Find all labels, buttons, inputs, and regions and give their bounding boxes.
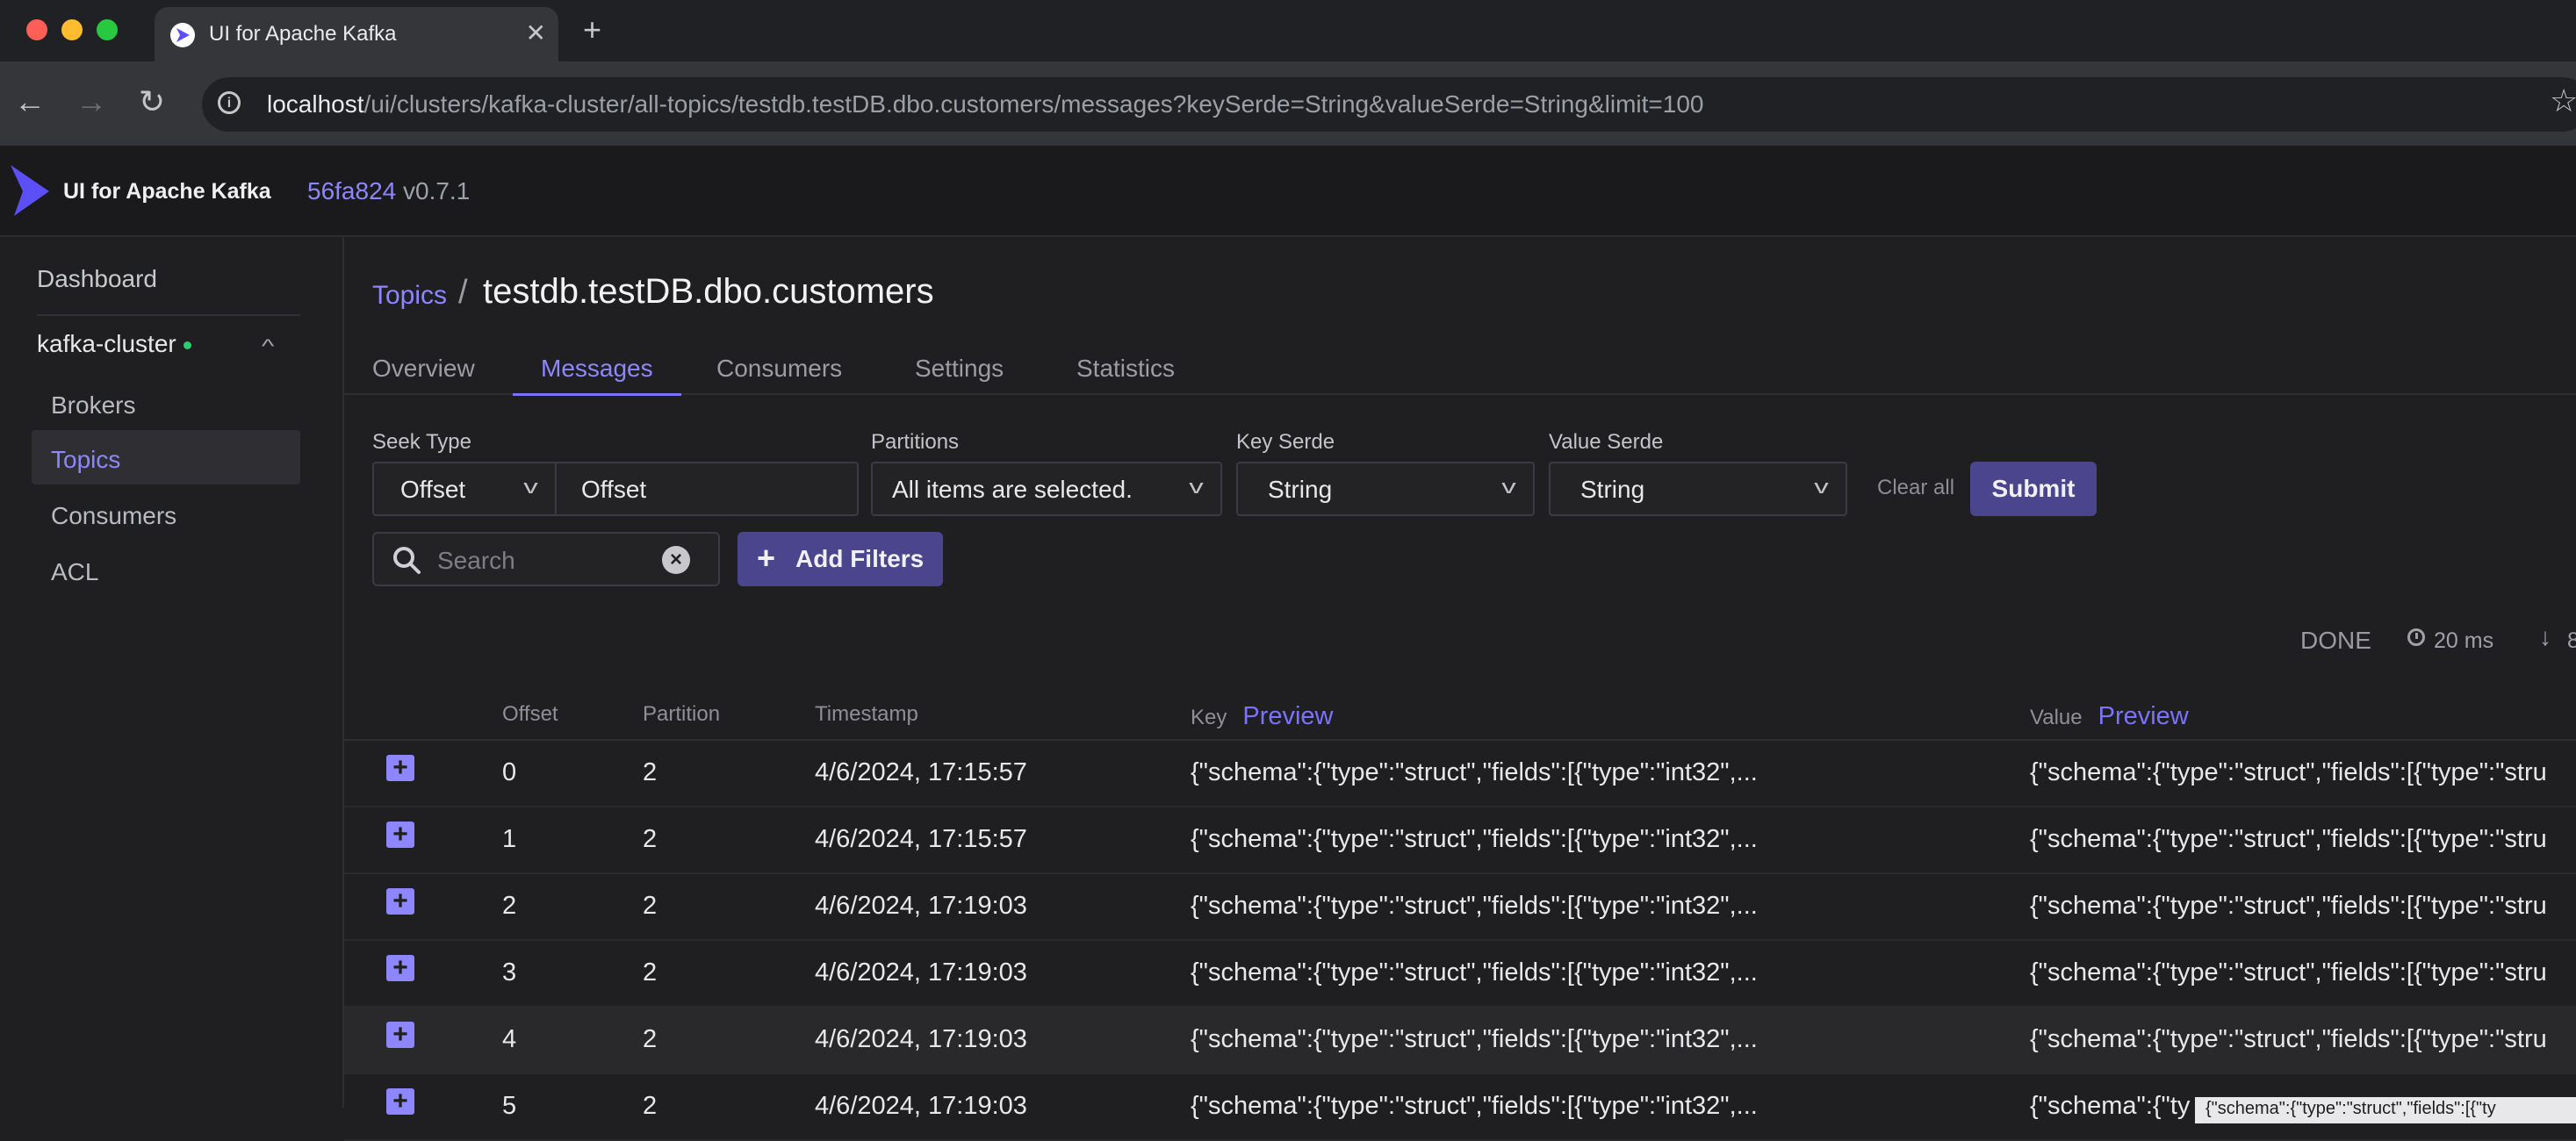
sidebar-item-topics[interactable]: Topics: [51, 446, 120, 474]
clock-icon: [2407, 628, 2425, 646]
search-input[interactable]: Search ×: [372, 532, 720, 586]
browser-tab-bar: UI for Apache Kafka ✕ +: [0, 0, 2576, 61]
sidebar: Dashboard kafka-cluster ^ Brokers Topics…: [0, 237, 344, 1108]
key-preview-button[interactable]: Preview: [1242, 702, 1333, 730]
tab-settings[interactable]: Settings: [915, 355, 1004, 393]
expand-plus-icon[interactable]: +: [386, 755, 414, 781]
messages-consumed: 8: [2567, 628, 2576, 653]
key-serde-select[interactable]: String v: [1236, 462, 1535, 516]
browser-tab[interactable]: UI for Apache Kafka ✕: [155, 7, 558, 61]
sidebar-cluster[interactable]: kafka-cluster: [37, 330, 191, 358]
chevron-down-icon: v: [1814, 476, 1829, 498]
column-value: Value Preview: [2030, 702, 2189, 730]
elapsed-time: 20 ms: [2434, 628, 2494, 653]
window-zoom-button[interactable]: [97, 19, 118, 40]
column-timestamp[interactable]: Timestamp: [815, 702, 918, 727]
cluster-online-dot: [183, 341, 191, 350]
table-row[interactable]: + 2 2 4/6/2024, 17:19:03 {"schema":{"typ…: [344, 874, 2576, 941]
breadcrumb-topics-link[interactable]: Topics: [372, 281, 447, 311]
fetch-status: DONE: [2300, 627, 2371, 654]
topic-tabs: Overview Messages Consumers Settings Sta…: [344, 355, 2576, 396]
table-header: Offset Partition Timestamp Key Preview Va…: [344, 690, 2576, 741]
plus-icon: +: [757, 540, 776, 576]
partitions-label: Partitions: [871, 430, 960, 454]
back-arrow-icon[interactable]: ←: [14, 83, 46, 121]
tab-consumers[interactable]: Consumers: [716, 355, 842, 393]
clear-all-button[interactable]: Clear all: [1877, 476, 1954, 500]
breadcrumb-separator: /: [458, 274, 468, 311]
table-row[interactable]: + 1 2 4/6/2024, 17:15:57 {"schema":{"typ…: [344, 807, 2576, 874]
clear-search-icon[interactable]: ×: [662, 546, 690, 574]
seek-type-select[interactable]: Offset v: [372, 462, 557, 516]
window-minimize-button[interactable]: [61, 19, 83, 40]
window-close-button[interactable]: [26, 19, 47, 40]
sidebar-divider: [37, 314, 300, 316]
column-partition[interactable]: Partition: [643, 702, 720, 727]
key-serde-label: Key Serde: [1236, 430, 1335, 454]
offset-input[interactable]: Offset: [555, 462, 859, 516]
kafka-logo-icon[interactable]: [9, 163, 51, 222]
table-row[interactable]: + 4 2 4/6/2024, 17:19:03 {"schema":{"typ…: [344, 1008, 2576, 1074]
search-placeholder: Search: [437, 547, 515, 574]
bookmark-star-icon[interactable]: ☆: [2550, 83, 2576, 119]
chevron-down-icon: v: [1501, 476, 1516, 498]
page-title: testdb.testDB.dbo.customers: [483, 272, 934, 311]
column-offset[interactable]: Offset: [502, 702, 558, 727]
table-row[interactable]: + 0 2 4/6/2024, 17:15:57 {"schema":{"typ…: [344, 741, 2576, 807]
site-info-icon[interactable]: i: [218, 91, 241, 114]
partitions-select[interactable]: All items are selected. v: [871, 462, 1222, 516]
forward-arrow-icon[interactable]: →: [76, 83, 107, 121]
main-content: Topics / testdb.testDB.dbo.customers Ove…: [344, 237, 2576, 1141]
chevron-up-icon[interactable]: ^: [262, 335, 274, 358]
expand-plus-icon[interactable]: +: [386, 955, 414, 981]
app-header: UI for Apache Kafka 56fa824 v0.7.1: [0, 146, 2576, 237]
commit-link[interactable]: 56fa824: [307, 177, 396, 205]
sidebar-item-brokers[interactable]: Brokers: [51, 391, 135, 420]
value-serde-select[interactable]: String v: [1549, 462, 1847, 516]
add-filters-button[interactable]: + Add Filters: [738, 532, 943, 586]
tab-title: UI for Apache Kafka: [209, 22, 397, 46]
expand-plus-icon[interactable]: +: [386, 888, 414, 915]
value-tooltip: {"schema":{"type":"struct","fields":[{"t…: [2195, 1097, 2576, 1123]
search-icon: [392, 545, 421, 579]
reload-icon[interactable]: ↻: [139, 83, 165, 121]
tab-overview[interactable]: Overview: [372, 355, 475, 393]
new-tab-icon[interactable]: +: [583, 12, 601, 47]
table-row[interactable]: + 3 2 4/6/2024, 17:19:03 {"schema":{"typ…: [344, 941, 2576, 1008]
expand-plus-icon[interactable]: +: [386, 1088, 414, 1115]
url-text: localhost/ui/clusters/kafka-cluster/all-…: [267, 90, 1704, 118]
kafka-favicon-icon: [170, 23, 195, 47]
column-key: Key Preview: [1191, 702, 1334, 730]
tab-statistics[interactable]: Statistics: [1076, 355, 1175, 393]
tab-messages[interactable]: Messages: [541, 355, 653, 393]
active-tab-indicator: [513, 393, 681, 396]
chevron-down-icon: v: [1189, 476, 1204, 498]
version-info: 56fa824 v0.7.1: [307, 177, 471, 205]
download-arrow-icon: ↓: [2539, 623, 2551, 650]
sidebar-item-dashboard[interactable]: Dashboard: [37, 265, 157, 293]
expand-plus-icon[interactable]: +: [386, 822, 414, 848]
browser-toolbar: ← → ↻ i localhost/ui/clusters/kafka-clus…: [0, 61, 2576, 146]
value-serde-label: Value Serde: [1549, 430, 1664, 454]
address-bar[interactable]: i localhost/ui/clusters/kafka-cluster/al…: [202, 77, 2576, 132]
close-tab-icon[interactable]: ✕: [526, 19, 546, 47]
sidebar-item-acl[interactable]: ACL: [51, 558, 98, 586]
seek-type-label: Seek Type: [372, 430, 471, 454]
submit-button[interactable]: Submit: [1970, 462, 2097, 516]
chevron-down-icon: v: [523, 476, 538, 498]
value-preview-button[interactable]: Preview: [2098, 702, 2189, 730]
expand-plus-icon[interactable]: +: [386, 1022, 414, 1048]
app-name[interactable]: UI for Apache Kafka: [63, 179, 271, 205]
sidebar-item-consumers[interactable]: Consumers: [51, 502, 176, 530]
